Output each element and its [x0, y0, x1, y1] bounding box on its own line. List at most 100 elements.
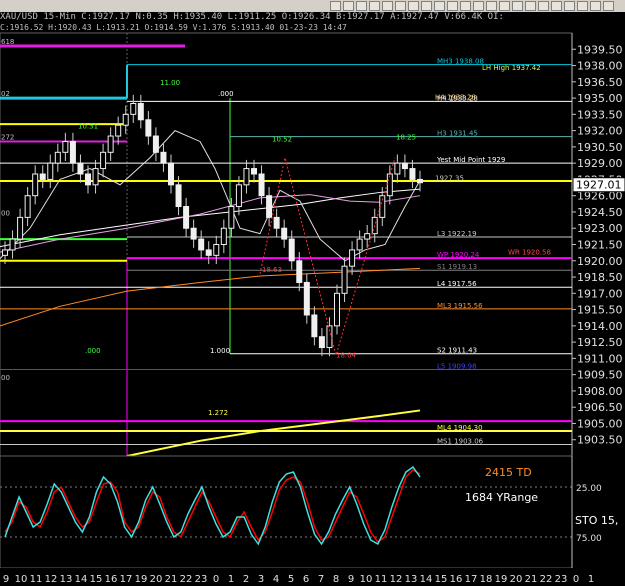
candle-body	[205, 249, 212, 256]
time-tick-label: 13	[60, 574, 73, 585]
time-tick-label: 0	[573, 574, 579, 585]
chart-annotation: 1.272	[208, 409, 228, 417]
chart-annotation: 1.000	[210, 347, 230, 355]
level-label: S2 1911.43	[437, 347, 477, 355]
y-tick-label: 1903.50	[577, 434, 623, 447]
time-tick-label: 14	[75, 574, 88, 585]
y-tick-label: 1906.50	[577, 401, 623, 414]
time-tick-label: 20	[150, 574, 163, 585]
candle-body	[258, 173, 265, 197]
candle-body	[152, 135, 159, 153]
time-tick-label: 15	[435, 574, 448, 585]
time-tick-label: 10	[15, 574, 28, 585]
candle-body	[273, 216, 280, 229]
chart-annotation: .000	[218, 90, 234, 98]
candle-body	[281, 227, 288, 240]
candle-body	[77, 162, 84, 175]
y-tick-label: 1911.00	[577, 352, 623, 365]
time-tick-label: 22	[540, 574, 553, 585]
candle-body	[251, 168, 257, 175]
candle-body	[107, 135, 114, 153]
time-tick-label: 14	[420, 574, 433, 585]
chart-annotation: 10.31	[78, 123, 98, 131]
chart-annotation: WR 1920.58	[508, 248, 551, 256]
candle-body	[417, 178, 423, 184]
time-tick-label: 2	[243, 574, 249, 585]
y-tick-label: 1939.50	[577, 43, 623, 56]
candle-body	[356, 238, 363, 251]
time-tick-label: 5	[288, 574, 294, 585]
candle-body	[235, 184, 242, 208]
chart-annotation: 18.25	[396, 133, 416, 141]
candle-body	[334, 292, 340, 327]
chart-annotation: LH High 1937.42	[482, 64, 541, 72]
time-tick-label: 11	[375, 574, 388, 585]
price-chart[interactable]: 1939.501938.001936.501935.001933.501932.…	[0, 0, 625, 586]
y-tick-label: 1905.00	[577, 417, 623, 430]
level-label: S1 1919.13	[437, 263, 477, 271]
candle-body	[349, 249, 356, 267]
level-label: ML3 1915.56	[437, 302, 483, 310]
candle-body	[2, 249, 8, 256]
td-label: 2415 TD	[485, 466, 532, 479]
candle-body	[145, 119, 152, 137]
chart-annotation: 11.00	[160, 79, 180, 87]
candle-body	[318, 336, 325, 349]
candle-body	[198, 238, 205, 251]
time-tick-label: 18	[480, 574, 493, 585]
chart-annotation: H4 1933.28	[435, 93, 476, 101]
time-tick-label: 16	[450, 574, 463, 585]
y-tick-label: 1921.50	[577, 239, 623, 252]
candle-body	[175, 184, 182, 208]
time-tick-label: 16	[105, 574, 118, 585]
price-panel-frame	[0, 32, 573, 457]
time-tick-label: 10	[360, 574, 373, 585]
y-tick-label: 1918.50	[577, 271, 623, 284]
time-tick-label: 19	[495, 574, 508, 585]
candle-body	[69, 140, 76, 164]
candle-body	[24, 195, 31, 218]
left-label: 618	[1, 38, 14, 46]
time-tick-label: 23	[555, 574, 568, 585]
candle-body	[311, 314, 318, 338]
chart-annotation: 18.04	[336, 351, 357, 359]
level-label: L4 1917.56	[437, 280, 477, 288]
time-tick-label: 9	[348, 574, 354, 585]
stochastic-level-label: 75.00	[576, 534, 602, 544]
candle-body	[394, 162, 401, 175]
y-tick-label: 1923.00	[577, 222, 623, 235]
y-tick-label: 1914.00	[577, 320, 623, 333]
time-tick-label: 11	[30, 574, 43, 585]
candle-body	[303, 281, 310, 316]
candle-body	[85, 173, 91, 186]
candle-body	[137, 103, 144, 121]
left-label: 00	[1, 209, 10, 217]
candle-body	[243, 168, 250, 186]
candle-body	[130, 103, 137, 115]
level-label: Yest Mid Point 1929	[436, 156, 505, 164]
chart-annotation: 10.52	[272, 136, 292, 144]
time-tick-label: 13	[405, 574, 418, 585]
last-price-label: 1927.01	[576, 179, 622, 192]
candle-body	[220, 227, 227, 246]
yrange-label: 1684 YRange	[465, 491, 538, 504]
candle-body	[62, 140, 69, 153]
time-tick-label: 21	[165, 574, 178, 585]
chart-window: XAU/USD 15-Min C:1927.17 N:0.35 H:1935.4…	[0, 0, 625, 586]
y-tick-label: 1929.00	[577, 157, 623, 170]
candle-body	[341, 265, 348, 294]
level-label: MS1 1903.06	[437, 438, 484, 446]
candle-body	[100, 151, 107, 170]
y-tick-label: 1935.00	[577, 92, 623, 105]
y-tick-label: 1912.50	[577, 336, 623, 349]
candle-body	[326, 325, 333, 349]
time-tick-label: 7	[318, 574, 324, 585]
candle-body	[386, 173, 393, 197]
chart-annotation: 18.63	[262, 266, 282, 274]
y-tick-label: 1938.00	[577, 60, 623, 73]
stochastic-label: STO 15,	[575, 514, 618, 527]
time-tick-label: 8	[333, 574, 339, 585]
y-tick-label: 1936.50	[577, 76, 623, 89]
level-label: WP 1920.24	[437, 251, 480, 259]
candle-body	[266, 195, 273, 218]
